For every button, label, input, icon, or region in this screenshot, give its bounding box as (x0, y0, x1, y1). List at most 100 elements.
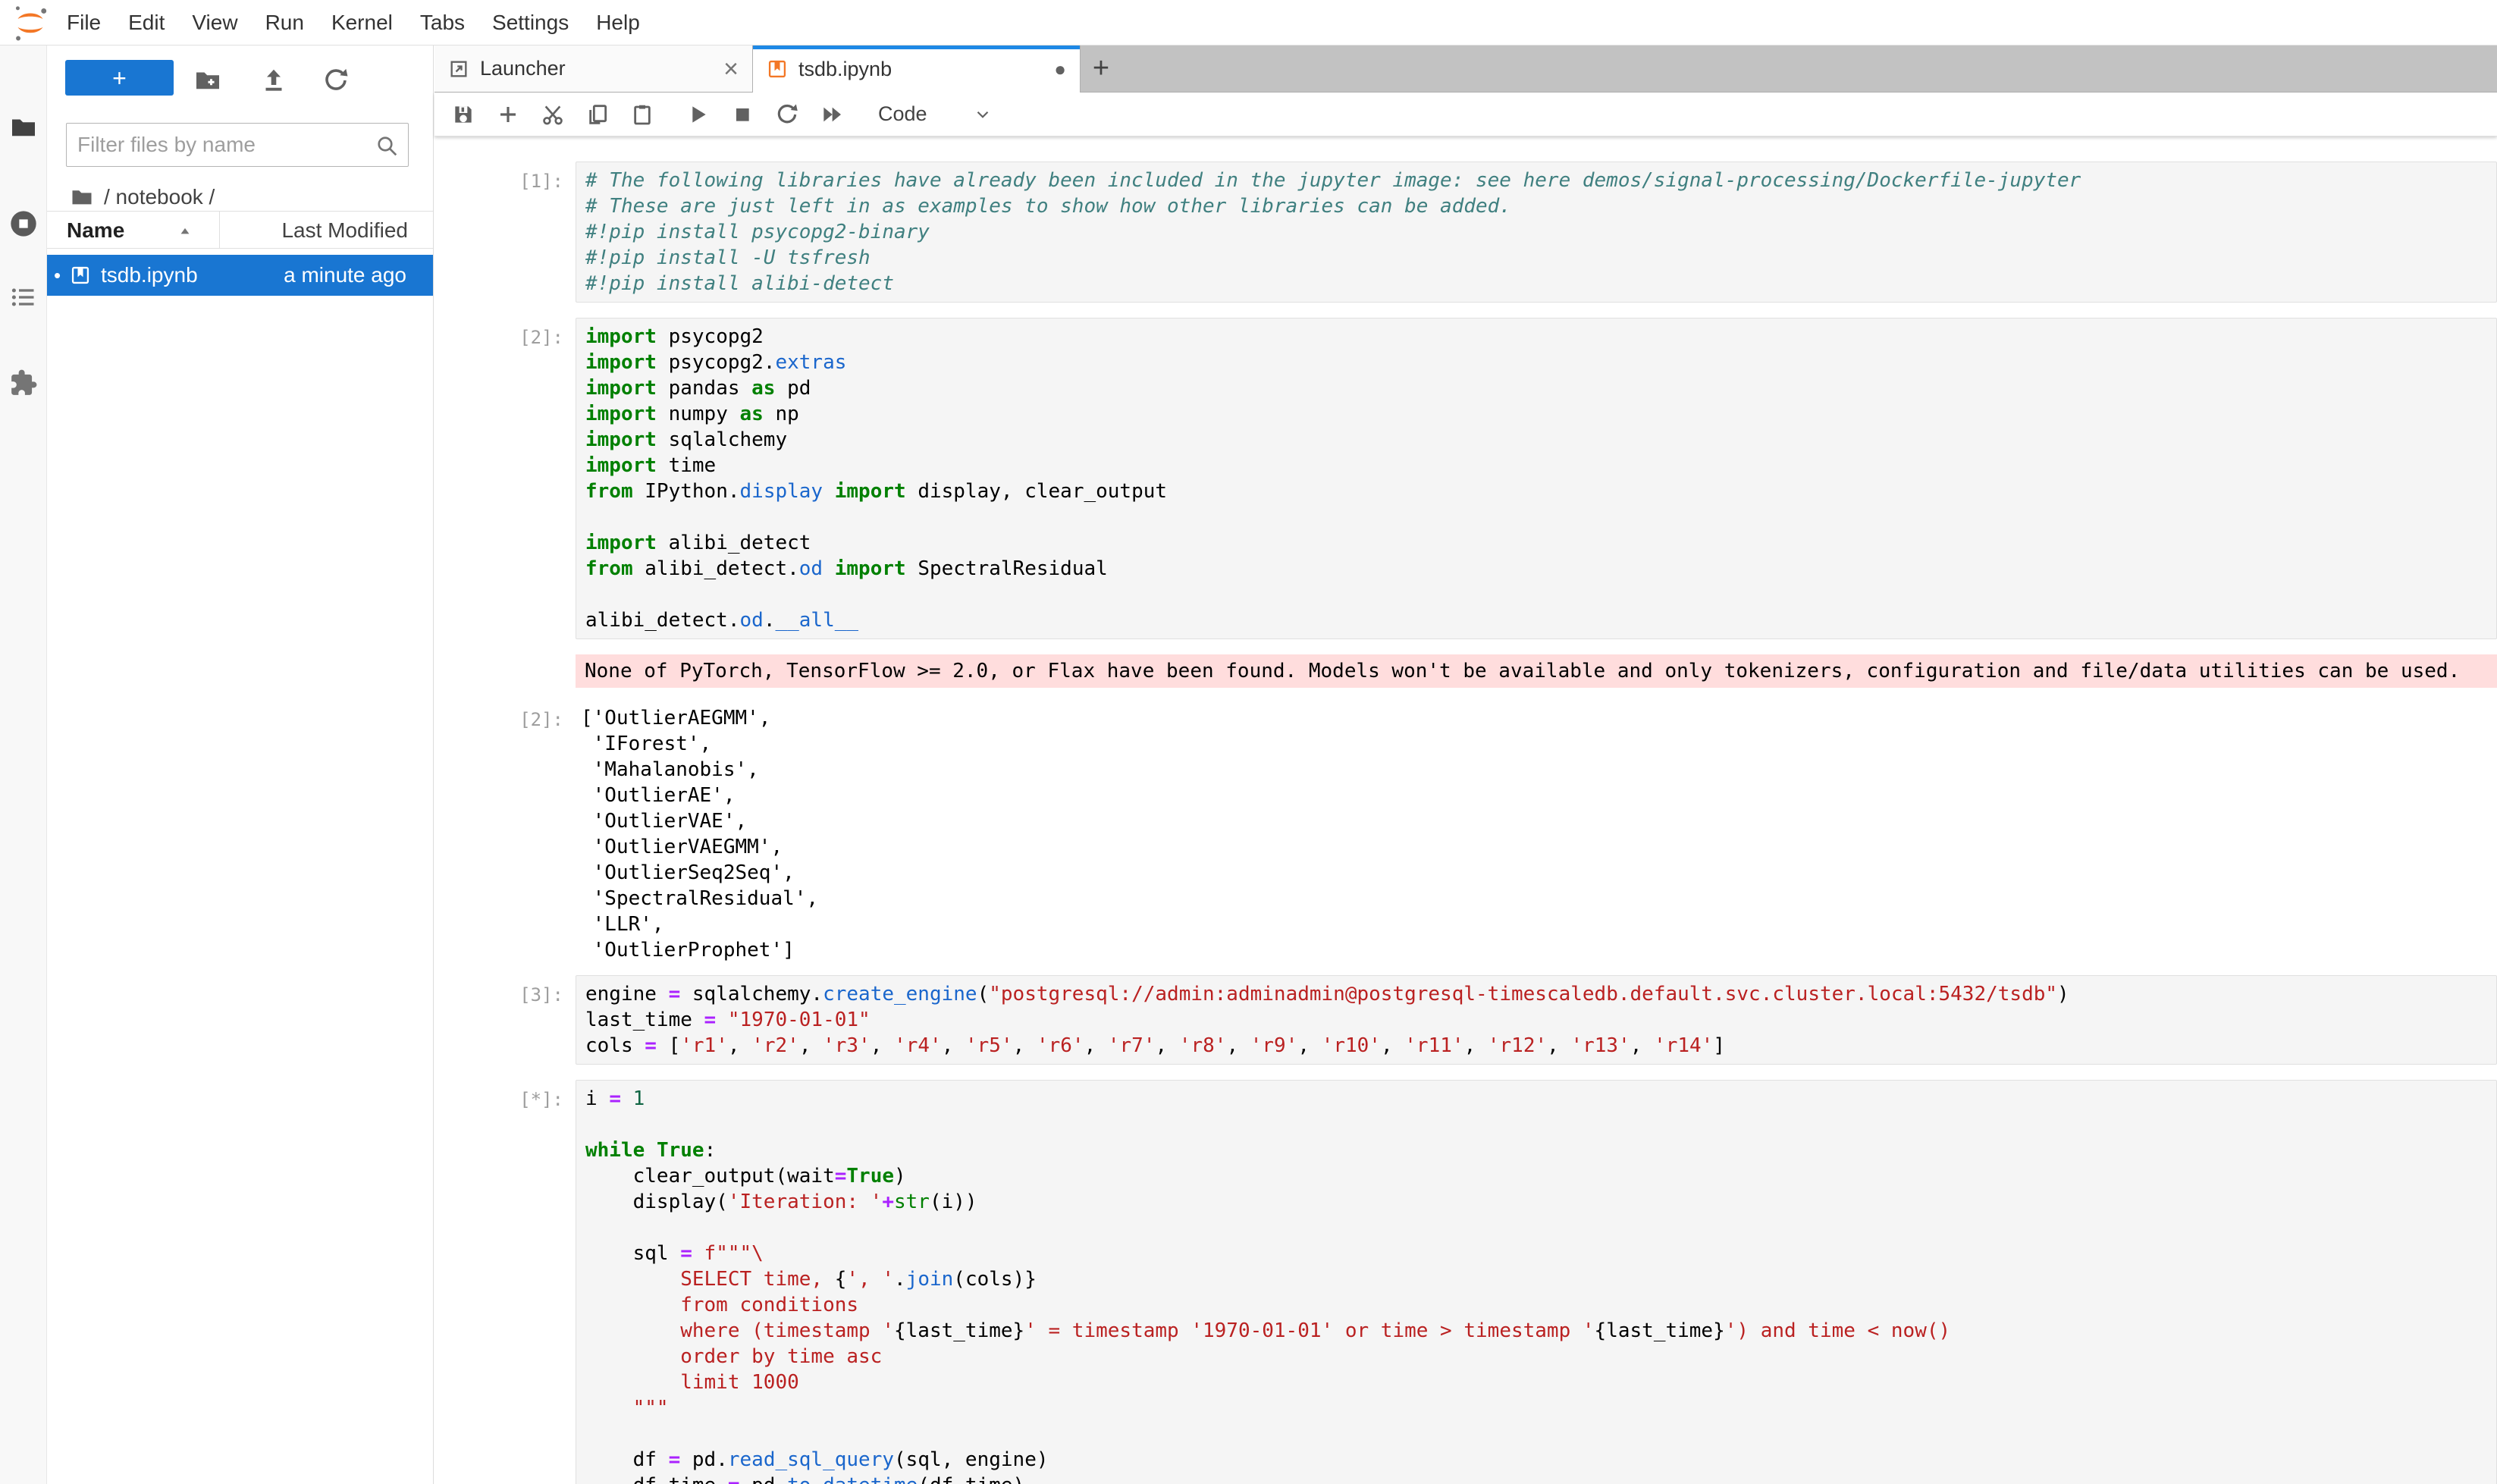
run-all-cells-icon[interactable] (820, 102, 844, 127)
execute-result-output: ['OutlierAEGMM', 'IForest', 'Mahalanobis… (576, 700, 2497, 963)
code-line: """ (585, 1395, 2496, 1421)
menu-file[interactable]: File (53, 0, 114, 45)
close-tab-icon[interactable]: × (723, 58, 739, 80)
paste-cells-icon[interactable] (630, 102, 654, 127)
code-line: engine = sqlalchemy.create_engine("postg… (585, 981, 2496, 1007)
code-line: 'LLR', (581, 911, 2497, 937)
extension-manager-icon[interactable] (9, 369, 38, 397)
code-line: SELECT time, {', '.join(cols)} (585, 1266, 2496, 1292)
refresh-icon[interactable] (322, 67, 350, 94)
chevron-down-icon[interactable] (973, 105, 993, 124)
notebook-cell: [3]:engine = sqlalchemy.create_engine("p… (434, 975, 2497, 1065)
file-last-modified: a minute ago (284, 263, 406, 287)
main-menu-bar: File Edit View Run Kernel Tabs Settings … (0, 0, 2497, 45)
cell-input-editor[interactable]: i = 1 while True: clear_output(wait=True)… (576, 1080, 2497, 1484)
breadcrumb[interactable]: / notebook / (71, 184, 215, 211)
code-line: 'Mahalanobis', (581, 757, 2497, 783)
menu-edit[interactable]: Edit (114, 0, 178, 45)
stderr-output: None of PyTorch, TensorFlow >= 2.0, or F… (576, 654, 2497, 688)
menu-settings[interactable]: Settings (478, 0, 582, 45)
tab-notebook[interactable]: tsdb.ipynb ● (753, 45, 1081, 93)
search-icon (375, 133, 399, 158)
notebook-toolbar: Code (434, 93, 2497, 136)
code-line: from conditions (585, 1292, 2496, 1318)
filter-files-input[interactable] (77, 124, 373, 166)
cell-prompt: [2]: (434, 318, 576, 639)
cell-input-editor[interactable]: # The following libraries have already b… (576, 162, 2497, 303)
cell-prompt (434, 654, 576, 688)
code-line: import time (585, 453, 2496, 478)
sort-ascending-icon (177, 224, 193, 239)
notebook-scroll-area[interactable]: [1]: # The following libraries have alrea… (434, 136, 2497, 1484)
menu-view[interactable]: View (178, 0, 251, 45)
left-sidebar-strip (0, 45, 47, 1484)
column-header-name[interactable]: Name (67, 218, 124, 243)
running-sessions-icon[interactable] (8, 209, 39, 239)
code-line: i = 1 (585, 1086, 2496, 1112)
folder-icon (71, 186, 93, 209)
table-of-contents-icon[interactable] (10, 284, 37, 311)
code-line: 'OutlierVAE', (581, 808, 2497, 834)
code-line: clear_output(wait=True) (585, 1163, 2496, 1189)
menu-help[interactable]: Help (582, 0, 654, 45)
upload-icon[interactable] (260, 67, 287, 94)
code-line: import sqlalchemy (585, 427, 2496, 453)
code-line: 'OutlierProphet'] (581, 937, 2497, 963)
copy-cells-icon[interactable] (585, 102, 610, 127)
file-browser-icon[interactable] (10, 114, 37, 141)
cell-input-editor[interactable]: engine = sqlalchemy.create_engine("postg… (576, 975, 2497, 1065)
menu-run[interactable]: Run (252, 0, 318, 45)
code-line: #!pip install -U tsfresh (585, 245, 2496, 271)
code-line: ['OutlierAEGMM', (581, 705, 2497, 731)
code-line: 'OutlierVAEGMM', (581, 834, 2497, 860)
menu-tabs[interactable]: Tabs (406, 0, 478, 45)
file-browser-panel: + / notebook / Name (47, 45, 434, 1484)
launcher-icon (448, 58, 469, 80)
notebook-cell: [*]: i = 1 while True: clear_output(wait=T… (434, 1080, 2497, 1484)
code-line: alibi_detect.od.__all__ (585, 607, 2496, 633)
code-line: display('Iteration: '+str(i)) (585, 1189, 2496, 1215)
code-line: import numpy as np (585, 401, 2496, 427)
notebook-cell: [2]:import psycopg2import psycopg2.extra… (434, 318, 2497, 639)
code-line: while True: (585, 1137, 2496, 1163)
dock-tab-bar: Launcher × tsdb.ipynb ● + (434, 45, 2497, 93)
breadcrumb-path: / notebook / (104, 185, 215, 209)
running-kernel-dot: • (54, 271, 61, 279)
tab-notebook-label: tsdb.ipynb (798, 58, 892, 81)
cell-prompt: [2]: (434, 700, 576, 963)
jupyter-logo-icon (11, 4, 50, 43)
cell-type-dropdown[interactable]: Code (878, 102, 927, 126)
file-row-selected[interactable]: • tsdb.ipynb a minute ago (47, 255, 433, 296)
add-cell-icon[interactable] (496, 102, 520, 127)
cell-output-area: [2]:['OutlierAEGMM', 'IForest', 'Mahalan… (434, 700, 2497, 963)
code-line: from alibi_detect.od import SpectralResi… (585, 556, 2496, 582)
new-tab-button[interactable]: + (1081, 45, 1121, 92)
notebook-file-icon (70, 265, 91, 286)
code-line: limit 1000 (585, 1369, 2496, 1395)
code-line: from IPython.display import display, cle… (585, 478, 2496, 504)
cell-output-area: None of PyTorch, TensorFlow >= 2.0, or F… (434, 654, 2497, 688)
code-line: sql = f"""\ (585, 1241, 2496, 1266)
stderr-line: None of PyTorch, TensorFlow >= 2.0, or F… (585, 658, 2497, 684)
cell-input-editor[interactable]: import psycopg2import psycopg2.extrasimp… (576, 318, 2497, 639)
code-line: import pandas as pd (585, 375, 2496, 401)
restart-kernel-icon[interactable] (775, 102, 799, 127)
menu-kernel[interactable]: Kernel (318, 0, 406, 45)
stop-kernel-icon[interactable] (730, 102, 754, 127)
code-line: last_time = "1970-01-01" (585, 1007, 2496, 1033)
code-line (585, 504, 2496, 530)
tab-launcher[interactable]: Launcher × (434, 45, 753, 92)
code-line: 'IForest', (581, 731, 2497, 757)
jupyterlab-window: File Edit View Run Kernel Tabs Settings … (0, 0, 2497, 1484)
save-icon[interactable] (451, 102, 475, 127)
cut-cells-icon[interactable] (541, 102, 565, 127)
new-folder-icon[interactable] (194, 67, 221, 94)
notebook-file-icon (767, 58, 788, 80)
cell-prompt: [1]: (434, 162, 576, 303)
column-header-last-modified[interactable]: Last Modified (281, 218, 408, 243)
notebook-cell: [1]: # The following libraries have alrea… (434, 162, 2497, 303)
code-line: # The following libraries have already b… (585, 168, 2496, 193)
cell-prompt: [*]: (434, 1080, 576, 1484)
run-cell-icon[interactable] (685, 102, 710, 127)
new-launcher-button[interactable]: + (65, 60, 174, 96)
